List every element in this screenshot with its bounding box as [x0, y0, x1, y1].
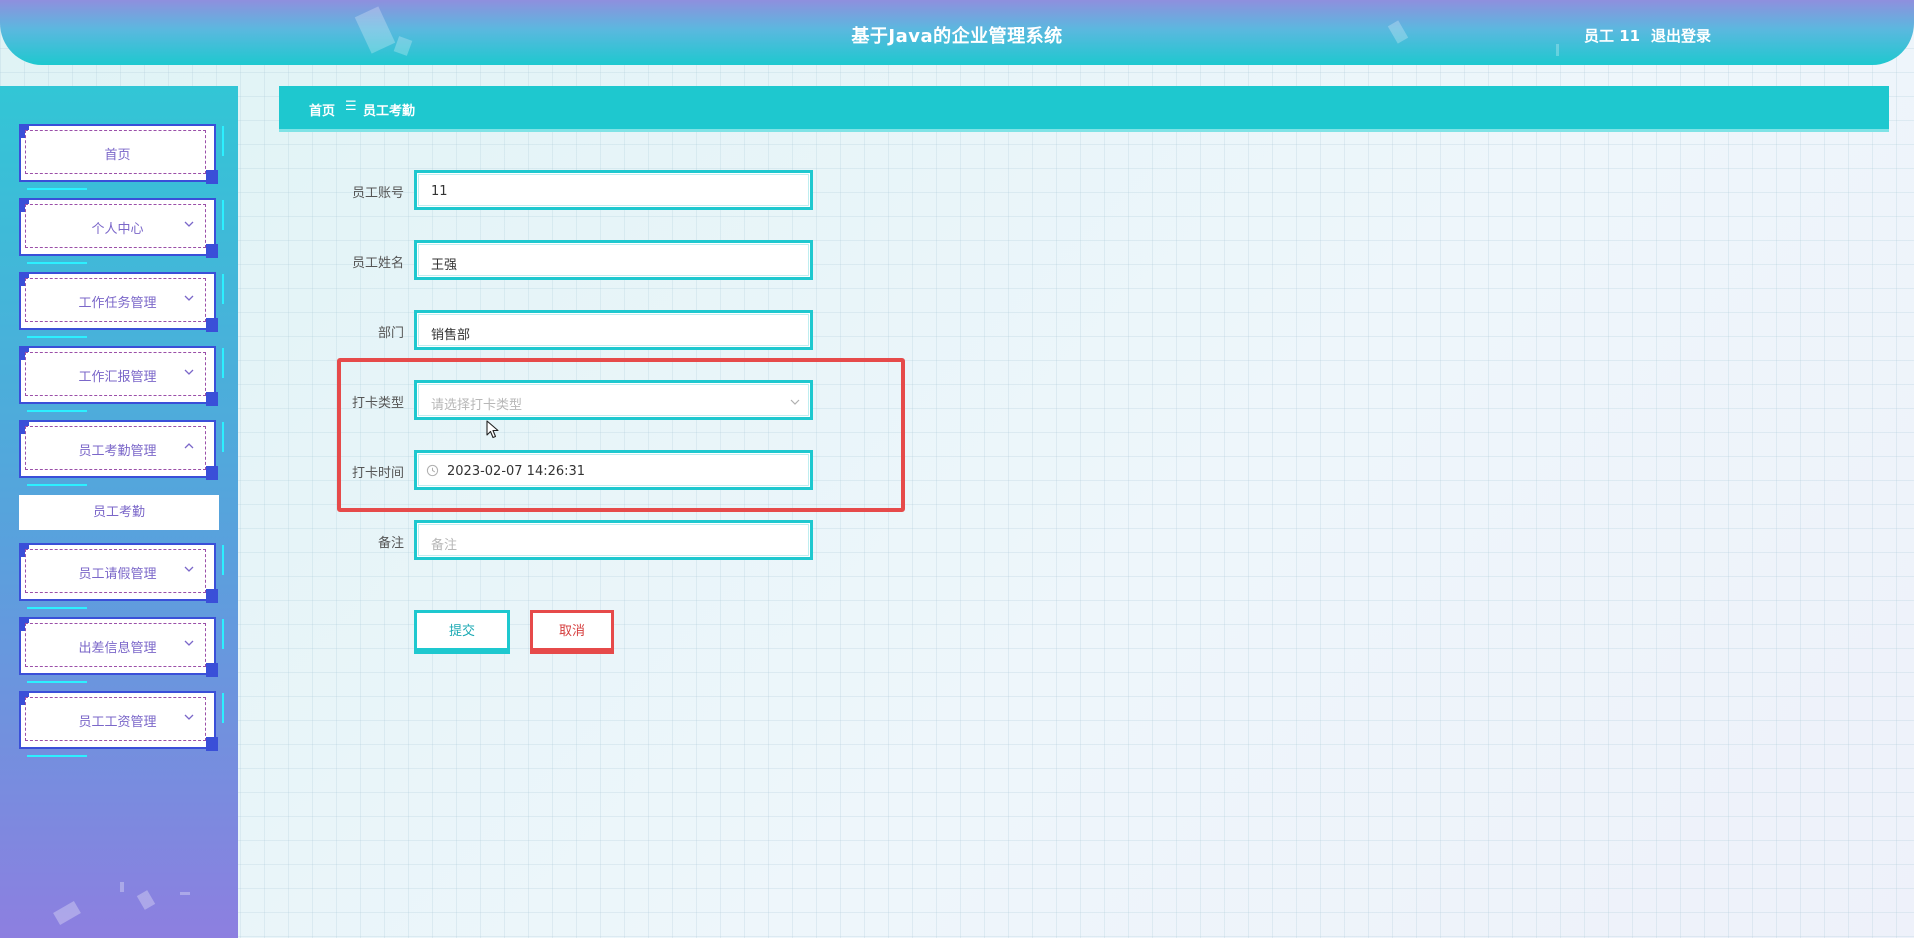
breadcrumb-separator-icon: ☰	[345, 99, 357, 114]
menu-glow	[27, 755, 87, 757]
menu-glow	[222, 545, 224, 575]
chevron-down-icon	[184, 221, 194, 227]
highlight-box	[337, 358, 905, 512]
menu-glow	[222, 422, 224, 452]
logout-link[interactable]: 退出登录	[1651, 25, 1711, 46]
remark-placeholder: 备注	[431, 538, 458, 553]
menu-glow	[27, 336, 87, 338]
sidebar-item-leave-management[interactable]: 员工请假管理	[19, 543, 224, 609]
menu-glow	[27, 484, 87, 486]
cancel-button[interactable]: 取消	[530, 610, 614, 654]
menu-glow	[27, 188, 87, 190]
sidebar-decoration	[180, 892, 190, 895]
menu-glow	[27, 607, 87, 609]
remark-label: 备注	[377, 536, 404, 551]
sidebar-decoration	[136, 890, 156, 910]
account-field[interactable]: 11	[414, 170, 813, 210]
menu-glow	[222, 348, 224, 378]
breadcrumb: 首页 ☰ 员工考勤	[279, 86, 1889, 129]
chevron-down-icon	[184, 566, 194, 572]
chevron-down-icon	[184, 640, 194, 646]
sidebar-item-home[interactable]: 首页	[19, 124, 224, 190]
remark-field[interactable]: 备注	[414, 520, 813, 560]
dept-label: 部门	[377, 326, 404, 341]
sidebar-item-label: 首页	[104, 148, 131, 163]
account-label: 员工账号	[351, 186, 404, 201]
dept-value: 销售部	[431, 328, 471, 343]
chevron-up-icon	[184, 443, 194, 449]
menu-glow	[222, 126, 224, 156]
current-user: 员工 11	[1584, 27, 1641, 45]
submit-button[interactable]: 提交	[414, 610, 510, 654]
menu-glow	[27, 681, 87, 683]
sidebar-item-personal-center[interactable]: 个人中心	[19, 198, 224, 264]
chevron-down-icon	[184, 369, 194, 375]
sidebar-decoration	[53, 900, 81, 926]
breadcrumb-current: 员工考勤	[363, 104, 416, 119]
sidebar-item-report-management[interactable]: 工作汇报管理	[19, 346, 224, 412]
dept-field[interactable]: 销售部	[414, 310, 813, 350]
sidebar-item-attendance-management[interactable]: 员工考勤管理	[19, 420, 224, 486]
name-value: 王强	[431, 258, 458, 273]
account-value: 11	[431, 184, 448, 199]
breadcrumb-home[interactable]: 首页	[309, 100, 335, 119]
mouse-cursor-icon	[486, 420, 499, 439]
chevron-down-icon	[184, 295, 194, 301]
name-field[interactable]: 王强	[414, 240, 813, 280]
sidebar-item-task-management[interactable]: 工作任务管理	[19, 272, 224, 338]
sidebar-subitem-attendance[interactable]: 员工考勤	[19, 495, 219, 530]
menu-glow	[27, 262, 87, 264]
menu-glow	[222, 274, 224, 304]
chevron-down-icon	[184, 714, 194, 720]
menu-glow	[222, 693, 224, 723]
sidebar-item-salary-management[interactable]: 员工工资管理	[19, 691, 224, 757]
menu-glow	[222, 200, 224, 230]
menu-glow	[27, 410, 87, 412]
sidebar-decoration	[120, 882, 124, 892]
menu-glow	[222, 619, 224, 649]
sidebar-item-business-trip-management[interactable]: 出差信息管理	[19, 617, 224, 683]
name-label: 员工姓名	[351, 256, 404, 271]
top-header: 基于Java的企业管理系统 员工 11 退出登录	[0, 0, 1914, 65]
